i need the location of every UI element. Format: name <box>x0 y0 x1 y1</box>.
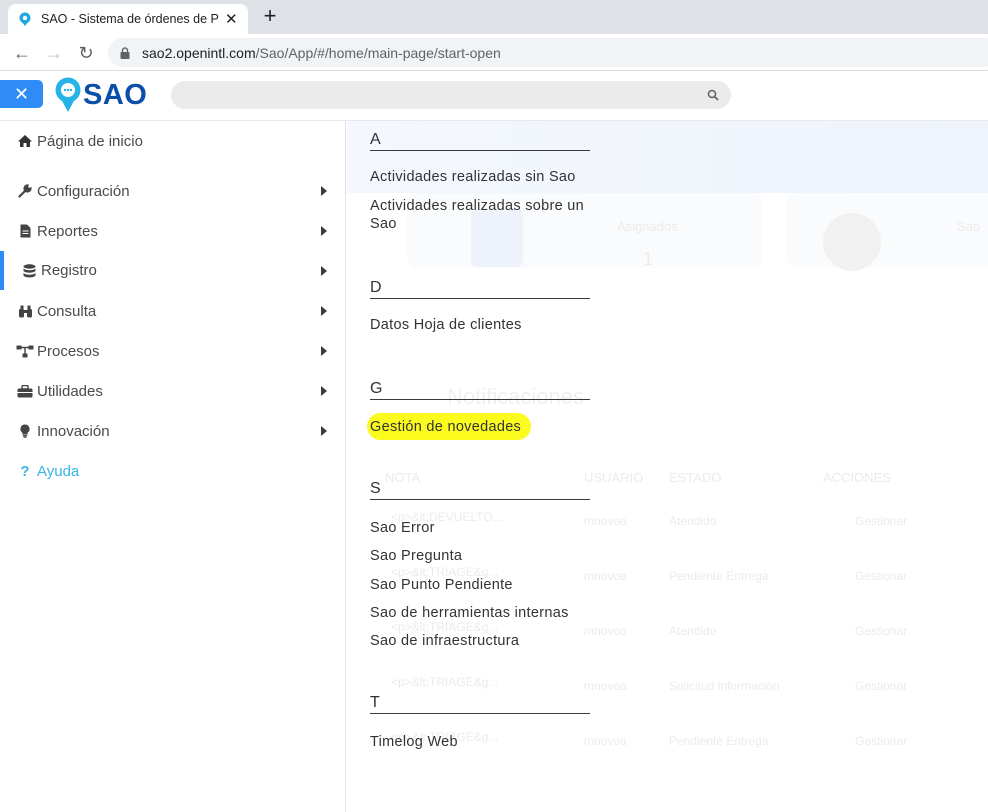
sidebar-item-consulta[interactable]: Consulta <box>0 296 346 326</box>
row-accion: Gestionar <box>855 569 908 583</box>
row-estado: Solicitud información <box>669 679 780 693</box>
sidebar-item-ayuda[interactable]: ? Ayuda <box>0 456 346 486</box>
app-header: ✕ SAO <box>0 71 988 121</box>
submenu-item-timelog-web[interactable]: Timelog Web <box>370 733 458 751</box>
sao-favicon-icon <box>19 12 31 26</box>
group-letter-t: T <box>370 686 590 714</box>
sidebar-item-label: Innovación <box>37 422 110 440</box>
url-host: sao2.openintl.com <box>142 44 256 61</box>
logo-text: SAO <box>83 78 148 111</box>
column-header: USUARIO <box>584 470 644 485</box>
row-accion: Gestionar <box>855 734 908 748</box>
row-estado: Pendiente Entrega <box>669 734 769 748</box>
sidebar-item-reportes[interactable]: Reportes <box>0 216 346 246</box>
row-usuario: mnovoa <box>584 514 627 528</box>
browser-tab-strip: SAO - Sistema de órdenes de Pro ✕ + <box>0 0 988 34</box>
row-usuario: mnovoa <box>584 624 627 638</box>
sidebar-item-label: Registro <box>41 262 97 279</box>
row-usuario: mnovoa <box>584 569 627 583</box>
home-icon <box>16 134 34 148</box>
url-path: /Sao/App/#/home/main-page/start-open <box>255 44 501 61</box>
submenu-item-sao-punto-pendiente[interactable]: Sao Punto Pendiente <box>370 576 513 594</box>
row-accion: Gestionar <box>855 624 908 638</box>
submenu-item-sao-pregunta[interactable]: Sao Pregunta <box>370 547 462 565</box>
submenu-item-sao-error[interactable]: Sao Error <box>370 519 435 537</box>
address-bar-row: ← → ↻ sao2.openintl.com/Sao/App/#/home/m… <box>0 34 988 71</box>
sidebar-menu: Página de inicio Configuración Reportes … <box>0 121 346 812</box>
sao-logo[interactable]: SAO <box>54 77 147 113</box>
row-usuario: mnovoa <box>584 734 627 748</box>
sidebar-item-label: Ayuda <box>37 462 80 480</box>
group-letter-d: D <box>370 271 590 299</box>
lock-icon <box>120 46 130 59</box>
tab-title: SAO - Sistema de órdenes de Pro <box>41 12 219 26</box>
database-icon <box>20 263 38 278</box>
sidebar-item-label: Reportes <box>37 222 98 240</box>
group-letter-s: S <box>370 472 590 500</box>
row-estado: Atendido <box>669 624 717 638</box>
caret-right-icon <box>321 266 327 276</box>
row-estado: Atendido <box>669 514 717 528</box>
sao-card: Sao <box>787 193 988 271</box>
sidebar-item-utilidades[interactable]: Utilidades <box>0 376 346 406</box>
sao-pin-logo-icon <box>55 77 81 112</box>
new-tab-icon[interactable]: + <box>258 4 282 30</box>
column-header: ACCIONES <box>823 470 891 485</box>
caret-right-icon <box>321 346 327 356</box>
reload-icon[interactable]: ↻ <box>74 41 98 65</box>
sidebar-item-label: Procesos <box>37 342 100 360</box>
sidebar-item-label: Consulta <box>37 302 97 320</box>
binoculars-icon <box>16 304 34 318</box>
submenu-item-actividades-sobre-sao[interactable]: Actividades realizadas sobre un Sao <box>370 197 585 233</box>
caret-right-icon <box>321 306 327 316</box>
tab-close-icon[interactable]: ✕ <box>225 10 238 28</box>
sidebar-item-label: Página de inicio <box>37 132 143 150</box>
global-search-input[interactable] <box>171 81 731 109</box>
group-letter-g: G <box>370 372 590 400</box>
forward-arrow-icon[interactable]: → <box>42 41 66 65</box>
caret-right-icon <box>321 186 327 196</box>
highlighted-entry-text: Gestión de novedades <box>367 413 532 440</box>
sidebar-item-procesos[interactable]: Procesos <box>0 336 346 366</box>
search-icon[interactable] <box>707 89 719 101</box>
group-icon <box>823 213 881 271</box>
card-value: 1 <box>643 249 654 269</box>
wrench-icon <box>16 184 34 198</box>
caret-right-icon <box>321 386 327 396</box>
sidebar-item-label: Configuración <box>37 182 130 200</box>
active-indicator <box>0 251 4 290</box>
row-estado: Pendiente Entrega <box>669 569 769 583</box>
sidebar-item-registro[interactable]: Registro <box>0 251 346 290</box>
sidebar-item-innovacion[interactable]: Innovación <box>0 416 346 446</box>
card-label: Asignados <box>617 219 678 234</box>
submenu-item-sao-infraestructura[interactable]: Sao de infraestructura <box>370 632 519 650</box>
group-letter-a: A <box>370 123 590 151</box>
submenu-item-sao-herramientas-internas[interactable]: Sao de herramientas internas <box>370 604 569 622</box>
caret-right-icon <box>321 226 327 236</box>
close-menu-button[interactable]: ✕ <box>0 80 43 108</box>
submenu-item-gestion-de-novedades[interactable]: Gestión de novedades <box>367 413 532 440</box>
column-header: ESTADO <box>669 470 722 485</box>
toolbox-icon <box>16 384 34 398</box>
sidebar-item-configuracion[interactable]: Configuración <box>0 176 346 206</box>
sitemap-icon <box>16 344 34 358</box>
question-icon: ? <box>20 462 30 480</box>
url-field[interactable]: sao2.openintl.com/Sao/App/#/home/main-pa… <box>108 38 988 67</box>
lightbulb-icon <box>16 424 34 438</box>
caret-right-icon <box>321 426 327 436</box>
card-label: Sao <box>957 219 981 234</box>
document-icon <box>16 224 34 238</box>
row-usuario: mnovoa <box>584 679 627 693</box>
sidebar-item-pagina-de-inicio[interactable]: Página de inicio <box>0 126 346 156</box>
submenu-item-datos-hoja-de-clientes[interactable]: Datos Hoja de clientes <box>370 316 522 334</box>
submenu-item-actividades-sin-sao[interactable]: Actividades realizadas sin Sao <box>370 168 590 186</box>
row-accion: Gestionar <box>855 679 908 693</box>
back-arrow-icon[interactable]: ← <box>10 41 34 65</box>
sidebar-item-label: Utilidades <box>37 382 103 400</box>
browser-tab[interactable]: SAO - Sistema de órdenes de Pro ✕ <box>8 4 248 34</box>
row-accion: Gestionar <box>855 514 908 528</box>
